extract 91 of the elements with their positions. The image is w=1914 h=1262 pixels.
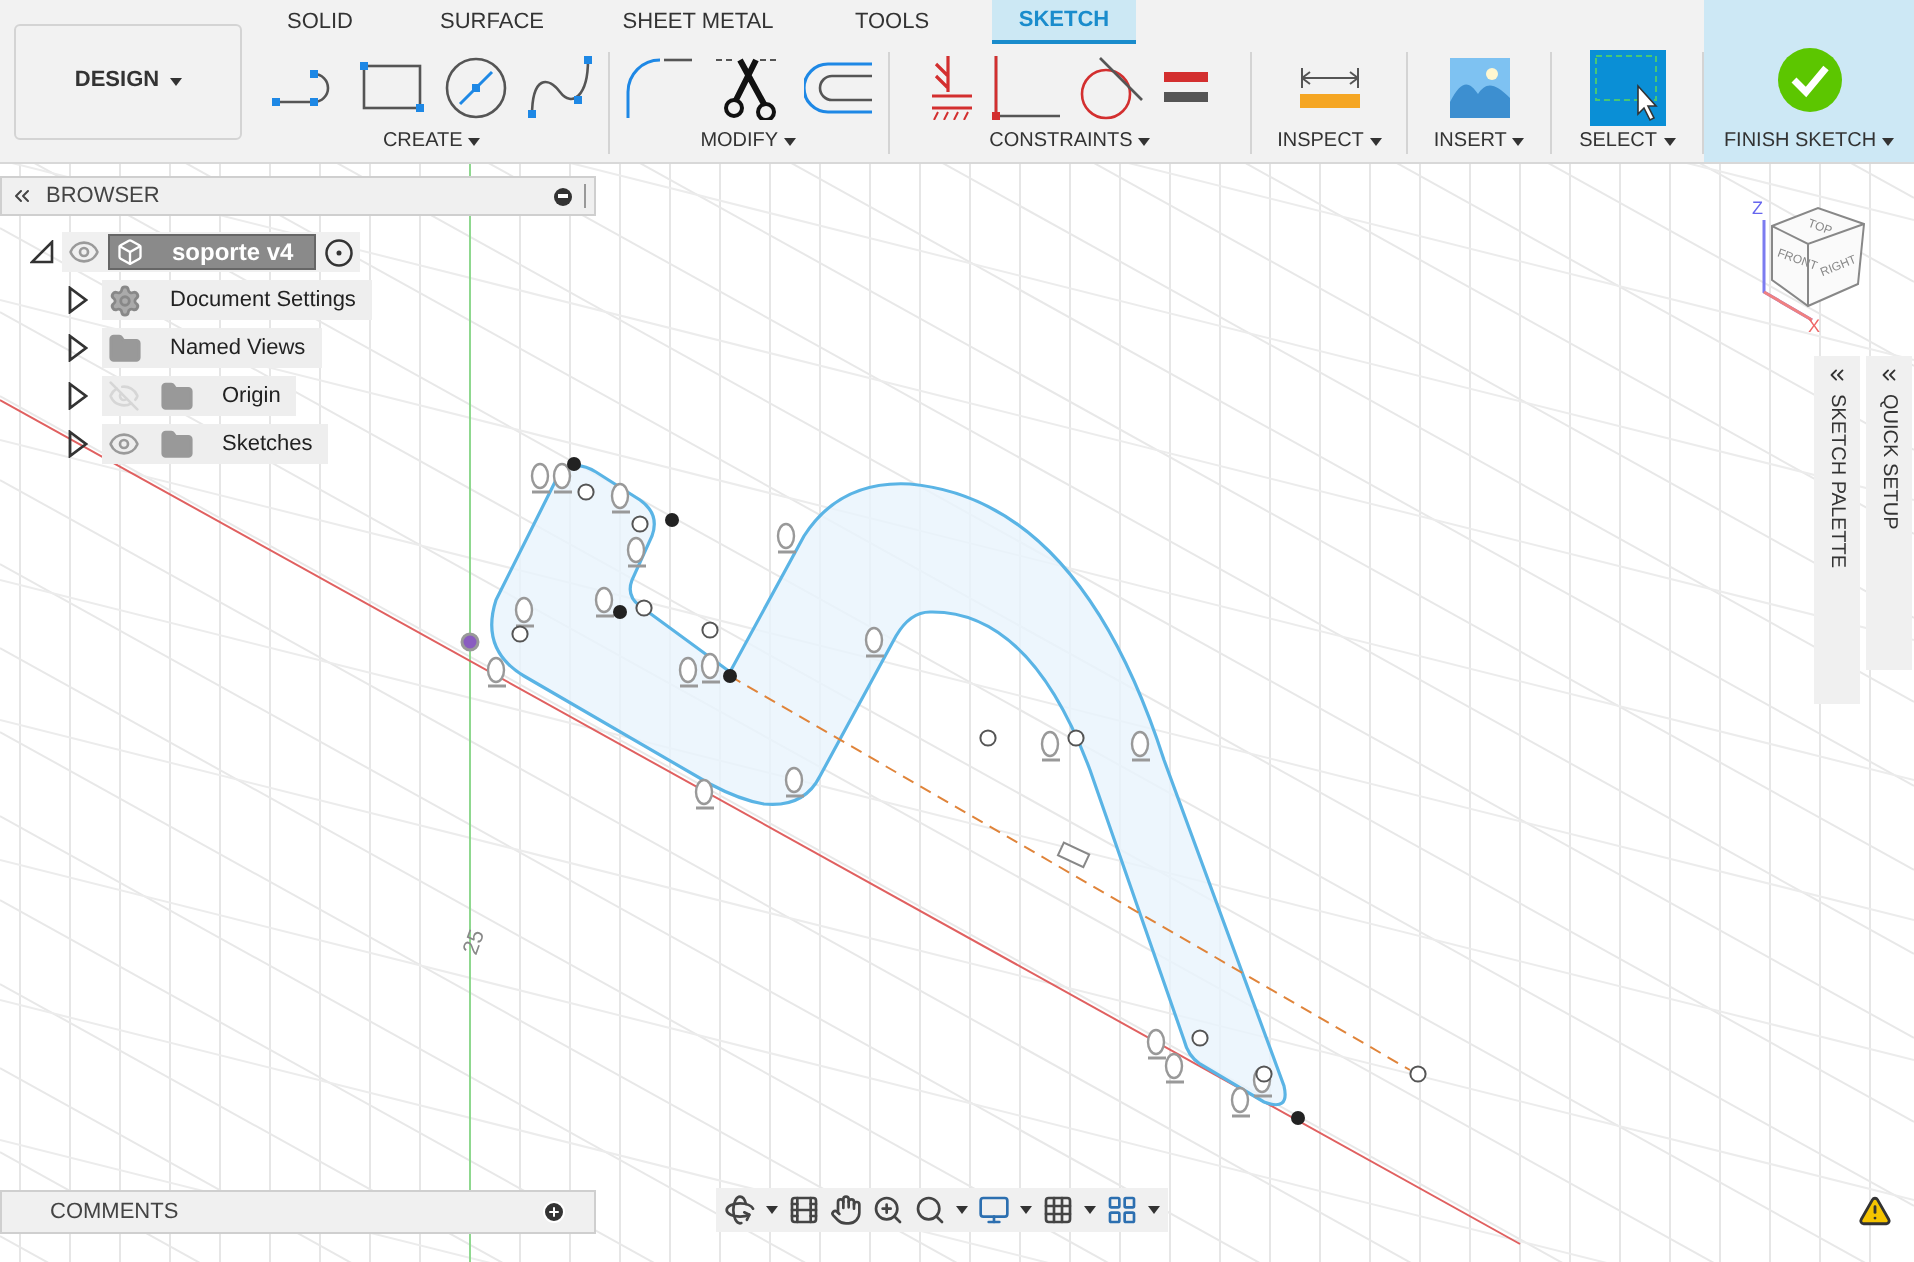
display-icon[interactable] [978,1194,1010,1226]
browser-item[interactable]: Document Settings [102,280,372,320]
check-icon[interactable] [1777,48,1841,112]
sketch-point[interactable] [1409,1065,1427,1083]
caret-icon [1148,1206,1160,1214]
group-menu[interactable]: MODIFY [700,126,797,156]
toolbar-tab[interactable]: SURFACE [384,0,600,44]
caret-icon [1369,137,1382,145]
expand-icon[interactable] [68,286,88,314]
select-icon[interactable] [1589,50,1666,126]
folder-icon [160,379,194,413]
sketch-point[interactable] [701,621,719,639]
expand-icon[interactable] [68,334,88,362]
finish-sketch-panel[interactable]: FINISH SKETCH [1704,0,1914,162]
comments-title: COMMENTS [50,1197,179,1228]
gear-icon [108,283,142,317]
folder-icon [108,331,142,365]
expand-panel-icon[interactable] [1878,364,1900,386]
toolbar-tab[interactable]: SOLID [256,0,384,44]
orbit-icon[interactable] [724,1194,756,1226]
fit-icon[interactable] [914,1194,946,1226]
caret-icon [766,1206,778,1214]
sketch-point[interactable] [613,605,627,619]
collapse-panel-icon[interactable] [10,184,34,208]
sketch-point[interactable] [567,457,581,471]
browser-item[interactable]: Origin [102,376,297,416]
caret-icon [1512,137,1525,145]
constraint-icon[interactable] [552,462,572,494]
image-icon[interactable] [1449,58,1510,118]
fillet-icon[interactable] [624,56,693,120]
grid-icon[interactable] [1042,1194,1074,1226]
sketch-point[interactable] [665,513,679,527]
caret-icon [784,137,797,145]
circle-icon[interactable] [443,56,508,120]
offset-icon[interactable] [804,60,873,116]
group-menu[interactable]: SELECT [1579,126,1675,156]
viewports-icon[interactable] [1106,1194,1138,1226]
cube-icon [116,238,144,266]
minus-icon[interactable] [554,187,572,205]
sketch-point[interactable] [1191,1029,1209,1047]
warning-icon[interactable] [1858,1194,1892,1228]
caret-icon [1138,137,1151,145]
group-menu[interactable]: CONSTRAINTS [989,126,1151,156]
rectangle-icon[interactable] [359,62,424,114]
add-comment-icon[interactable] [542,1200,566,1224]
group-menu[interactable]: CREATE [382,126,481,156]
grid-label: 25 [459,926,490,959]
caret-icon [169,77,182,85]
browser-item[interactable]: Named Views [102,328,322,368]
activate-icon[interactable] [323,237,354,267]
caret-icon [1020,1206,1032,1214]
palette-tab[interactable]: QUICK SETUP [1866,356,1912,670]
zoom-icon[interactable] [872,1194,904,1226]
sketch-point[interactable] [1255,1065,1273,1083]
equal-icon[interactable] [1163,72,1208,104]
ruler-icon[interactable] [1299,68,1360,108]
sketch-point[interactable] [635,599,653,617]
caret-icon [1882,137,1895,145]
tangent-icon[interactable] [1079,56,1144,120]
expand-icon[interactable] [68,382,88,410]
coincident-icon[interactable] [931,56,972,120]
scissors-icon[interactable] [716,56,781,120]
expand-icon[interactable] [68,430,88,458]
sketch-point[interactable] [511,625,529,643]
palette-tab[interactable]: SKETCH PALETTE [1814,356,1860,704]
sketch-point[interactable] [631,515,649,533]
caret-icon [468,137,481,145]
sketch-point[interactable] [1067,729,1085,747]
expand-panel-icon[interactable] [1826,364,1848,386]
caret-icon [1663,137,1675,145]
caret-icon [1084,1206,1096,1214]
browser-item[interactable]: Sketches [102,424,329,464]
group-menu[interactable]: INSERT [1433,126,1525,156]
sketch-point[interactable] [577,483,595,501]
pan-icon[interactable] [830,1194,862,1226]
browser-title: BROWSER [46,181,160,212]
dimension-icon[interactable] [1056,841,1091,869]
origin-point[interactable] [460,632,480,652]
caret-icon [956,1206,968,1214]
toolbar-tab[interactable]: TOOLS [796,0,988,44]
folder-icon [160,427,194,461]
sketch-point[interactable] [1291,1111,1305,1125]
workspace-button[interactable]: DESIGN [14,23,242,139]
sketch-point[interactable] [979,729,997,747]
perpendicular-icon[interactable] [991,56,1060,120]
spline-icon[interactable] [527,56,592,120]
group-menu[interactable]: FINISH SKETCH [1723,126,1895,156]
sketch-point[interactable] [723,669,737,683]
toolbar-tab[interactable]: SHEET METAL [600,0,796,44]
collapse-icon[interactable] [30,240,54,264]
group-menu[interactable]: INSPECT [1277,126,1382,156]
